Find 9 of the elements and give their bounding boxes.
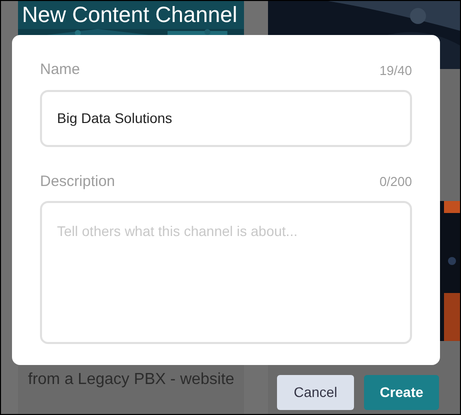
field-label: Description — [40, 172, 116, 192]
name-field[interactable]: Big Data Solutions — [40, 90, 412, 146]
field-label: Name — [40, 60, 80, 80]
character-counter: 0/200 — [379, 173, 412, 191]
character-counter: 19/40 — [379, 62, 412, 80]
cancel-button[interactable]: Cancel — [277, 375, 354, 410]
card-title: from a Legacy PBX - website — [27, 370, 236, 390]
page-title: New Content Channel — [18, 1, 244, 29]
create-button[interactable]: Create — [364, 375, 439, 410]
